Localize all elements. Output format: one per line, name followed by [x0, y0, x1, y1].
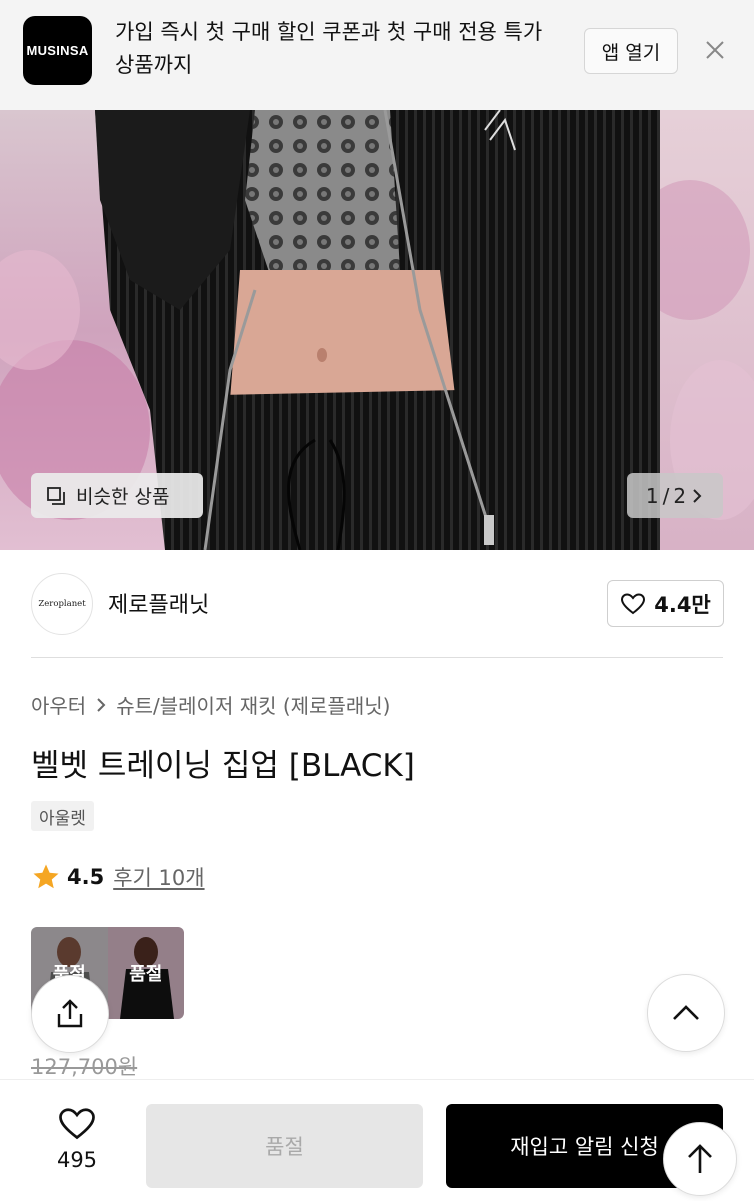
image-pager[interactable]: 1 / 2	[627, 473, 723, 518]
heart-icon	[621, 592, 646, 614]
scroll-to-top-button[interactable]	[663, 1122, 737, 1196]
product-title: 벨벳 트레이닝 집업 [BLACK]	[31, 748, 415, 784]
rating-score: 4.5	[67, 865, 105, 889]
breadcrumb-item[interactable]: 슈트/블레이저 재킷 (제로플래닛)	[116, 690, 390, 719]
chevron-up-icon	[673, 1005, 699, 1020]
similar-products-label: 비슷한 상품	[76, 486, 170, 508]
open-app-button[interactable]: 앱 열기	[584, 28, 678, 74]
close-icon[interactable]	[700, 35, 730, 65]
star-icon	[33, 864, 59, 889]
pager-total: 2	[673, 483, 687, 508]
promo-text: 가입 즉시 첫 구매 할인 쿠폰과 첫 구매 전용 특가 상품까지	[115, 20, 543, 77]
brand-like-button[interactable]: 4.4만	[607, 580, 724, 627]
breadcrumb: 아우터 슈트/블레이저 재킷 (제로플래닛)	[31, 690, 390, 719]
app-install-banner: MUSINSA 가입 즉시 첫 구매 할인 쿠폰과 첫 구매 전용 특가 상품까…	[0, 0, 754, 110]
collapse-button[interactable]	[647, 974, 725, 1052]
soldout-button: 품절	[146, 1104, 423, 1188]
chevron-right-icon	[693, 488, 702, 503]
brand-name[interactable]: 제로플래닛	[108, 587, 209, 619]
option-thumbnail[interactable]: 품절	[107, 927, 184, 1019]
soldout-label: 품절	[107, 927, 184, 1019]
share-icon	[57, 999, 83, 1028]
share-button[interactable]	[31, 975, 109, 1053]
breadcrumb-item[interactable]: 아우터	[31, 690, 86, 719]
outlet-badge: 아울렛	[31, 801, 94, 831]
brand-like-count: 4.4만	[654, 592, 711, 617]
musinsa-logo: MUSINSA	[23, 16, 92, 85]
similar-products-button[interactable]: 비슷한 상품	[31, 473, 203, 518]
original-price: 127,700원	[31, 1055, 138, 1079]
brand-logo[interactable]: Zeroplanet	[31, 573, 93, 635]
similar-items-icon	[47, 486, 65, 505]
heart-icon	[59, 1108, 95, 1140]
chevron-right-icon	[97, 697, 106, 712]
wishlist-button[interactable]: 495	[42, 1106, 112, 1172]
arrow-up-icon	[688, 1144, 712, 1173]
divider	[31, 657, 723, 658]
pager-separator: /	[662, 483, 670, 508]
wishlist-count: 495	[56, 1148, 98, 1172]
rating-row: 4.5 후기 10개	[31, 862, 205, 892]
pager-current: 1	[645, 483, 659, 508]
review-link[interactable]: 후기 10개	[113, 862, 204, 892]
